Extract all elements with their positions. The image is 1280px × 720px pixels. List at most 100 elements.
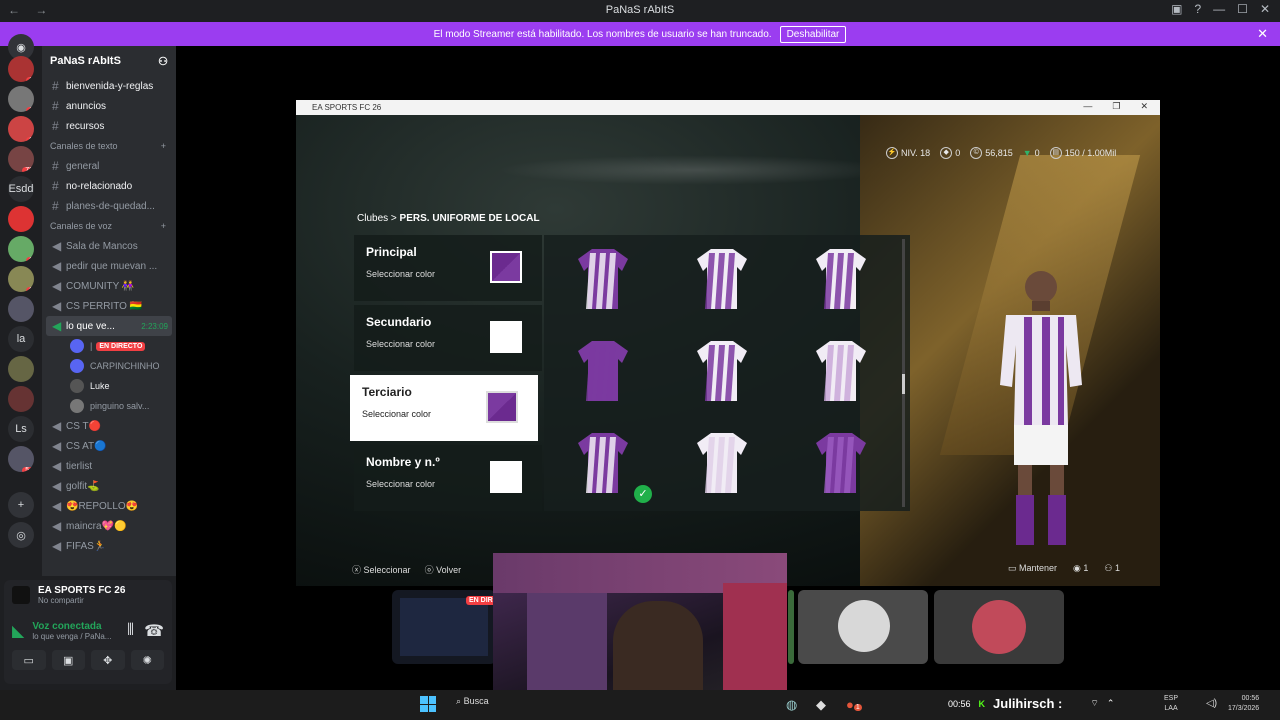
- server-icon[interactable]: 1: [8, 56, 34, 82]
- guild-header[interactable]: PaNaS rAbItS ⚇: [42, 46, 176, 76]
- kit-pattern-option[interactable]: [578, 339, 628, 401]
- user-name: CARPINCHINHO: [90, 361, 160, 371]
- channel-anuncios[interactable]: # anuncios: [42, 96, 176, 116]
- kit-pattern-option[interactable]: [816, 247, 866, 309]
- voice-user[interactable]: Luke: [42, 376, 176, 396]
- add-channel-icon[interactable]: +: [161, 221, 166, 231]
- server-icon[interactable]: la: [8, 326, 34, 352]
- kit-pattern-option[interactable]: [697, 247, 747, 309]
- option-secundario[interactable]: Secundario Seleccionar color: [354, 305, 542, 371]
- add-channel-icon[interactable]: +: [161, 141, 166, 151]
- option-terciario[interactable]: Terciario Seleccionar color: [350, 375, 538, 441]
- breadcrumb-root[interactable]: Clubes: [357, 213, 388, 224]
- server-icon[interactable]: 6: [8, 236, 34, 262]
- app-icon[interactable]: ◆: [816, 697, 826, 713]
- camera-icon[interactable]: ▭: [12, 650, 46, 670]
- server-icon[interactable]: [8, 296, 34, 322]
- maximize-icon[interactable]: ☐: [1237, 2, 1248, 16]
- lang-1: ESP: [1164, 695, 1179, 702]
- voice-channel[interactable]: ◀ 😍REPOLLO😍: [42, 496, 176, 516]
- channel-bienvenida[interactable]: # bienvenida-y-reglas: [42, 76, 176, 96]
- activity-game[interactable]: EA SPORTS FC 26 No compartir: [4, 580, 172, 610]
- windows-start-icon[interactable]: [420, 696, 436, 712]
- kit-pattern-option[interactable]: [697, 339, 747, 401]
- chat-icon: ▭: [1007, 563, 1017, 573]
- chevron-up-icon[interactable]: ⌃: [1107, 698, 1115, 709]
- server-icon[interactable]: 6: [8, 116, 34, 142]
- inbox-icon[interactable]: ▣: [1171, 2, 1182, 16]
- help-icon[interactable]: ?: [1194, 2, 1201, 16]
- back-hint[interactable]: ⓞ Volver: [425, 563, 462, 576]
- grid-scrollbar[interactable]: [902, 239, 905, 507]
- select-hint[interactable]: ⓧ Seleccionar: [352, 563, 411, 576]
- kit-pattern-option[interactable]: [578, 247, 628, 309]
- voice-user[interactable]: | EN DIRECTO: [42, 336, 176, 356]
- voice-channel[interactable]: ◀ pedir que muevan ...: [42, 256, 176, 276]
- category-text[interactable]: Canales de texto +: [42, 136, 176, 156]
- kit-pattern-option[interactable]: [816, 339, 866, 401]
- add-member-icon[interactable]: ⚇: [158, 55, 168, 68]
- discover-icon[interactable]: ◎: [8, 522, 34, 548]
- server-icon[interactable]: 54: [8, 446, 34, 472]
- kit-pattern-option[interactable]: [578, 431, 628, 493]
- voice-channel[interactable]: ◀ CS AT🔵: [42, 436, 176, 456]
- steam-icon[interactable]: ◍: [786, 697, 797, 713]
- voice-channel[interactable]: ◀ tierlist: [42, 456, 176, 476]
- server-icon[interactable]: Esdd: [8, 176, 34, 202]
- kit-pattern-option[interactable]: [816, 431, 866, 493]
- close-icon[interactable]: ✕: [1140, 101, 1148, 112]
- stream-thumb-3[interactable]: [798, 590, 928, 664]
- disconnect-icon[interactable]: ☎: [144, 621, 164, 641]
- channel-label: COMUNITY 👭: [66, 280, 135, 292]
- restore-icon[interactable]: ❐: [1112, 101, 1120, 112]
- voice-channel[interactable]: ◀ FIFAS🏃: [42, 536, 176, 556]
- voice-channel[interactable]: ◀ golfit⛳: [42, 476, 176, 496]
- server-icon[interactable]: Ls: [8, 416, 34, 442]
- close-icon[interactable]: ✕: [1260, 2, 1270, 16]
- voice-channel[interactable]: ◀ Sala de Mancos: [42, 236, 176, 256]
- hold-hint[interactable]: ▭ Mantener: [1008, 563, 1057, 574]
- record-app-icon[interactable]: ● 1: [846, 697, 862, 712]
- hud-stat-a: ◆ 0: [940, 147, 960, 159]
- wifi-icon[interactable]: ⌔: [1090, 698, 1098, 709]
- server-icon[interactable]: 78: [8, 146, 34, 172]
- close-icon[interactable]: ✕: [1257, 26, 1268, 42]
- minimize-icon[interactable]: —: [1213, 2, 1225, 16]
- kit-pattern-option[interactable]: [697, 431, 747, 493]
- voice-channel[interactable]: ◀ maincra💖🟡: [42, 516, 176, 536]
- activity-icon[interactable]: ✥: [91, 650, 125, 670]
- channel-recursos[interactable]: # recursos: [42, 116, 176, 136]
- stream-thumb-1[interactable]: EN DIR: [392, 590, 496, 664]
- language-indicator[interactable]: ESP LAA: [1164, 694, 1178, 714]
- option-nombre[interactable]: Nombre y n.º Seleccionar color: [354, 445, 542, 511]
- stream-thumb-4[interactable]: [934, 590, 1064, 664]
- guild-name: PaNaS rAbItS: [50, 55, 121, 67]
- voice-channel[interactable]: ◀ CS T🔴: [42, 416, 176, 436]
- option-principal[interactable]: Principal Seleccionar color: [354, 235, 542, 301]
- channel-general[interactable]: # general: [42, 156, 176, 176]
- soundboard-icon[interactable]: ✺: [130, 650, 164, 670]
- minimize-icon[interactable]: —: [1083, 101, 1092, 112]
- voice-user[interactable]: CARPINCHINHO: [42, 356, 176, 376]
- server-icon[interactable]: [8, 386, 34, 412]
- scroll-thumb[interactable]: [902, 374, 905, 394]
- volume-icon[interactable]: ◁): [1206, 698, 1217, 709]
- voice-channel[interactable]: ◀ CS PERRITO 🇧🇴: [42, 296, 176, 316]
- voice-channel-active[interactable]: ◀ lo que ve... 2:23:09: [46, 316, 172, 336]
- voice-user[interactable]: pinguino salv...: [42, 396, 176, 416]
- channel-no-relacionado[interactable]: # no-relacionado: [42, 176, 176, 196]
- screenshare-icon[interactable]: ▣: [51, 650, 85, 670]
- taskbar-search[interactable]: ⌕ Busca: [456, 696, 489, 707]
- category-voice[interactable]: Canales de voz +: [42, 216, 176, 236]
- channel-planes[interactable]: # planes-de-quedad...: [42, 196, 176, 216]
- noise-icon[interactable]: ⦀: [127, 622, 134, 640]
- server-icon[interactable]: [8, 356, 34, 382]
- server-icon[interactable]: 1: [8, 86, 34, 112]
- server-icon[interactable]: 6: [8, 266, 34, 292]
- clock[interactable]: 00:56 17/3/2026: [1228, 694, 1259, 714]
- voice-channel[interactable]: ◀ COMUNITY 👭: [42, 276, 176, 296]
- stream-thumb-2[interactable]: [788, 590, 794, 664]
- add-server-icon[interactable]: +: [8, 492, 34, 518]
- server-icon[interactable]: [8, 206, 34, 232]
- disable-streamer-button[interactable]: Deshabilitar: [779, 25, 847, 43]
